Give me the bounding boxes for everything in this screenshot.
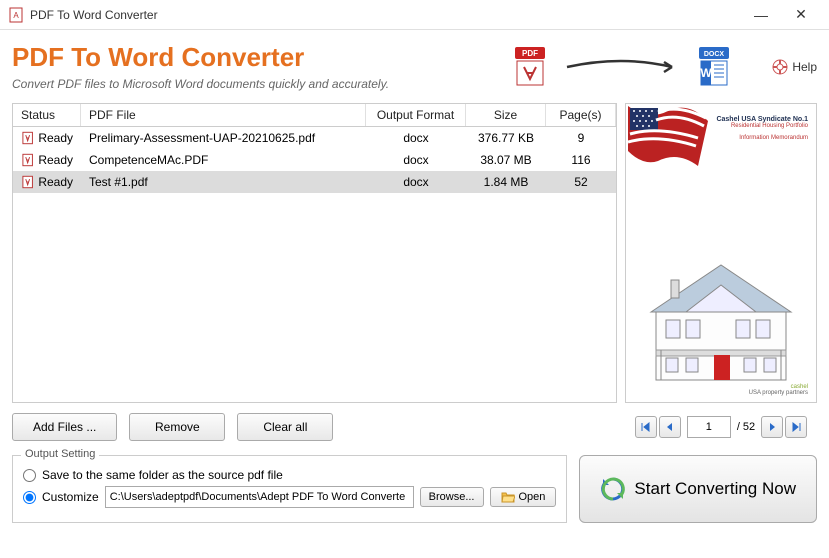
table-row[interactable]: Ready Prelimary-Assessment-UAP-20210625.… — [13, 127, 616, 149]
preview-image: Cashel USA Syndicate No.1 Residential Ho… — [628, 106, 814, 400]
help-icon — [772, 59, 788, 75]
output-format: docx — [366, 151, 466, 169]
page-count: 9 — [546, 129, 616, 147]
pdf-row-icon — [21, 131, 34, 145]
output-legend: Output Setting — [21, 448, 99, 460]
page-total: / 52 — [737, 421, 755, 433]
close-button[interactable]: ✕ — [781, 1, 821, 29]
app-title: PDF To Word Converter — [12, 42, 512, 73]
app-subtitle: Convert PDF files to Microsoft Word docu… — [12, 77, 512, 91]
titlebar: A PDF To Word Converter — ✕ — [0, 0, 829, 30]
pdf-row-icon — [21, 153, 34, 167]
browse-button[interactable]: Browse... — [420, 487, 484, 507]
table-row[interactable]: Ready CompetenceMAc.PDF docx 38.07 MB 11… — [13, 149, 616, 171]
preview-title-2: Residential Housing Portfolio — [716, 123, 808, 129]
page-count: 52 — [546, 173, 616, 191]
header-graphic: PDF DOCX W — [512, 47, 732, 87]
col-pages[interactable]: Page(s) — [546, 104, 616, 126]
file-table: Status PDF File Output Format Size Page(… — [12, 103, 617, 403]
help-button[interactable]: Help — [772, 59, 817, 75]
file-name: CompetenceMAc.PDF — [81, 151, 366, 169]
start-converting-button[interactable]: Start Converting Now — [579, 455, 817, 523]
docx-icon: DOCX W — [696, 47, 732, 87]
table-row[interactable]: Ready Test #1.pdf docx 1.84 MB 52 — [13, 171, 616, 193]
first-page-button[interactable] — [635, 416, 657, 438]
prev-page-button[interactable] — [659, 416, 681, 438]
output-settings: Output Setting Save to the same folder a… — [12, 455, 567, 523]
customize-label: Customize — [42, 490, 99, 504]
table-header: Status PDF File Output Format Size Page(… — [13, 104, 616, 127]
remove-button[interactable]: Remove — [129, 413, 225, 441]
preview-footer-2: USA property partners — [749, 390, 808, 396]
same-folder-label: Save to the same folder as the source pd… — [42, 468, 283, 482]
help-label: Help — [792, 60, 817, 74]
pdf-row-icon — [21, 175, 34, 189]
status-text: Ready — [38, 175, 73, 189]
arrow-icon — [562, 57, 682, 77]
file-size: 38.07 MB — [466, 151, 546, 169]
flag-graphic — [628, 106, 708, 166]
col-size[interactable]: Size — [466, 104, 546, 126]
svg-text:W: W — [701, 66, 713, 80]
page-input[interactable] — [687, 416, 731, 438]
folder-icon — [501, 491, 515, 503]
file-size: 376.77 KB — [466, 129, 546, 147]
col-status[interactable]: Status — [13, 104, 81, 126]
svg-text:DOCX: DOCX — [704, 51, 725, 58]
pdf-icon: PDF — [512, 47, 548, 87]
output-format: docx — [366, 173, 466, 191]
preview-panel: Cashel USA Syndicate No.1 Residential Ho… — [625, 103, 817, 403]
file-name: Test #1.pdf — [81, 173, 366, 191]
file-name: Prelimary-Assessment-UAP-20210625.pdf — [81, 129, 366, 147]
open-label: Open — [519, 491, 546, 503]
minimize-button[interactable]: — — [741, 1, 781, 29]
window-title: PDF To Word Converter — [30, 8, 741, 22]
file-size: 1.84 MB — [466, 173, 546, 191]
col-file[interactable]: PDF File — [81, 104, 366, 126]
status-text: Ready — [38, 131, 73, 145]
add-files-button[interactable]: Add Files ... — [12, 413, 117, 441]
pager: / 52 — [625, 416, 817, 438]
customize-radio[interactable] — [23, 491, 36, 504]
col-format[interactable]: Output Format — [366, 104, 466, 126]
preview-title-3: Information Memorandum — [716, 135, 808, 141]
page-count: 116 — [546, 151, 616, 169]
next-page-button[interactable] — [761, 416, 783, 438]
preview-title-1: Cashel USA Syndicate No.1 — [716, 116, 808, 123]
app-icon: A — [8, 7, 24, 23]
header: PDF To Word Converter Convert PDF files … — [12, 38, 817, 103]
same-folder-radio[interactable] — [23, 469, 36, 482]
output-format: docx — [366, 129, 466, 147]
convert-label: Start Converting Now — [634, 479, 796, 499]
house-graphic — [636, 250, 806, 390]
output-path-input[interactable] — [105, 486, 414, 508]
open-folder-button[interactable]: Open — [490, 487, 557, 507]
clear-all-button[interactable]: Clear all — [237, 413, 333, 441]
svg-text:A: A — [13, 11, 19, 20]
refresh-icon — [600, 476, 626, 502]
last-page-button[interactable] — [785, 416, 807, 438]
svg-text:PDF: PDF — [522, 49, 538, 58]
status-text: Ready — [38, 153, 73, 167]
